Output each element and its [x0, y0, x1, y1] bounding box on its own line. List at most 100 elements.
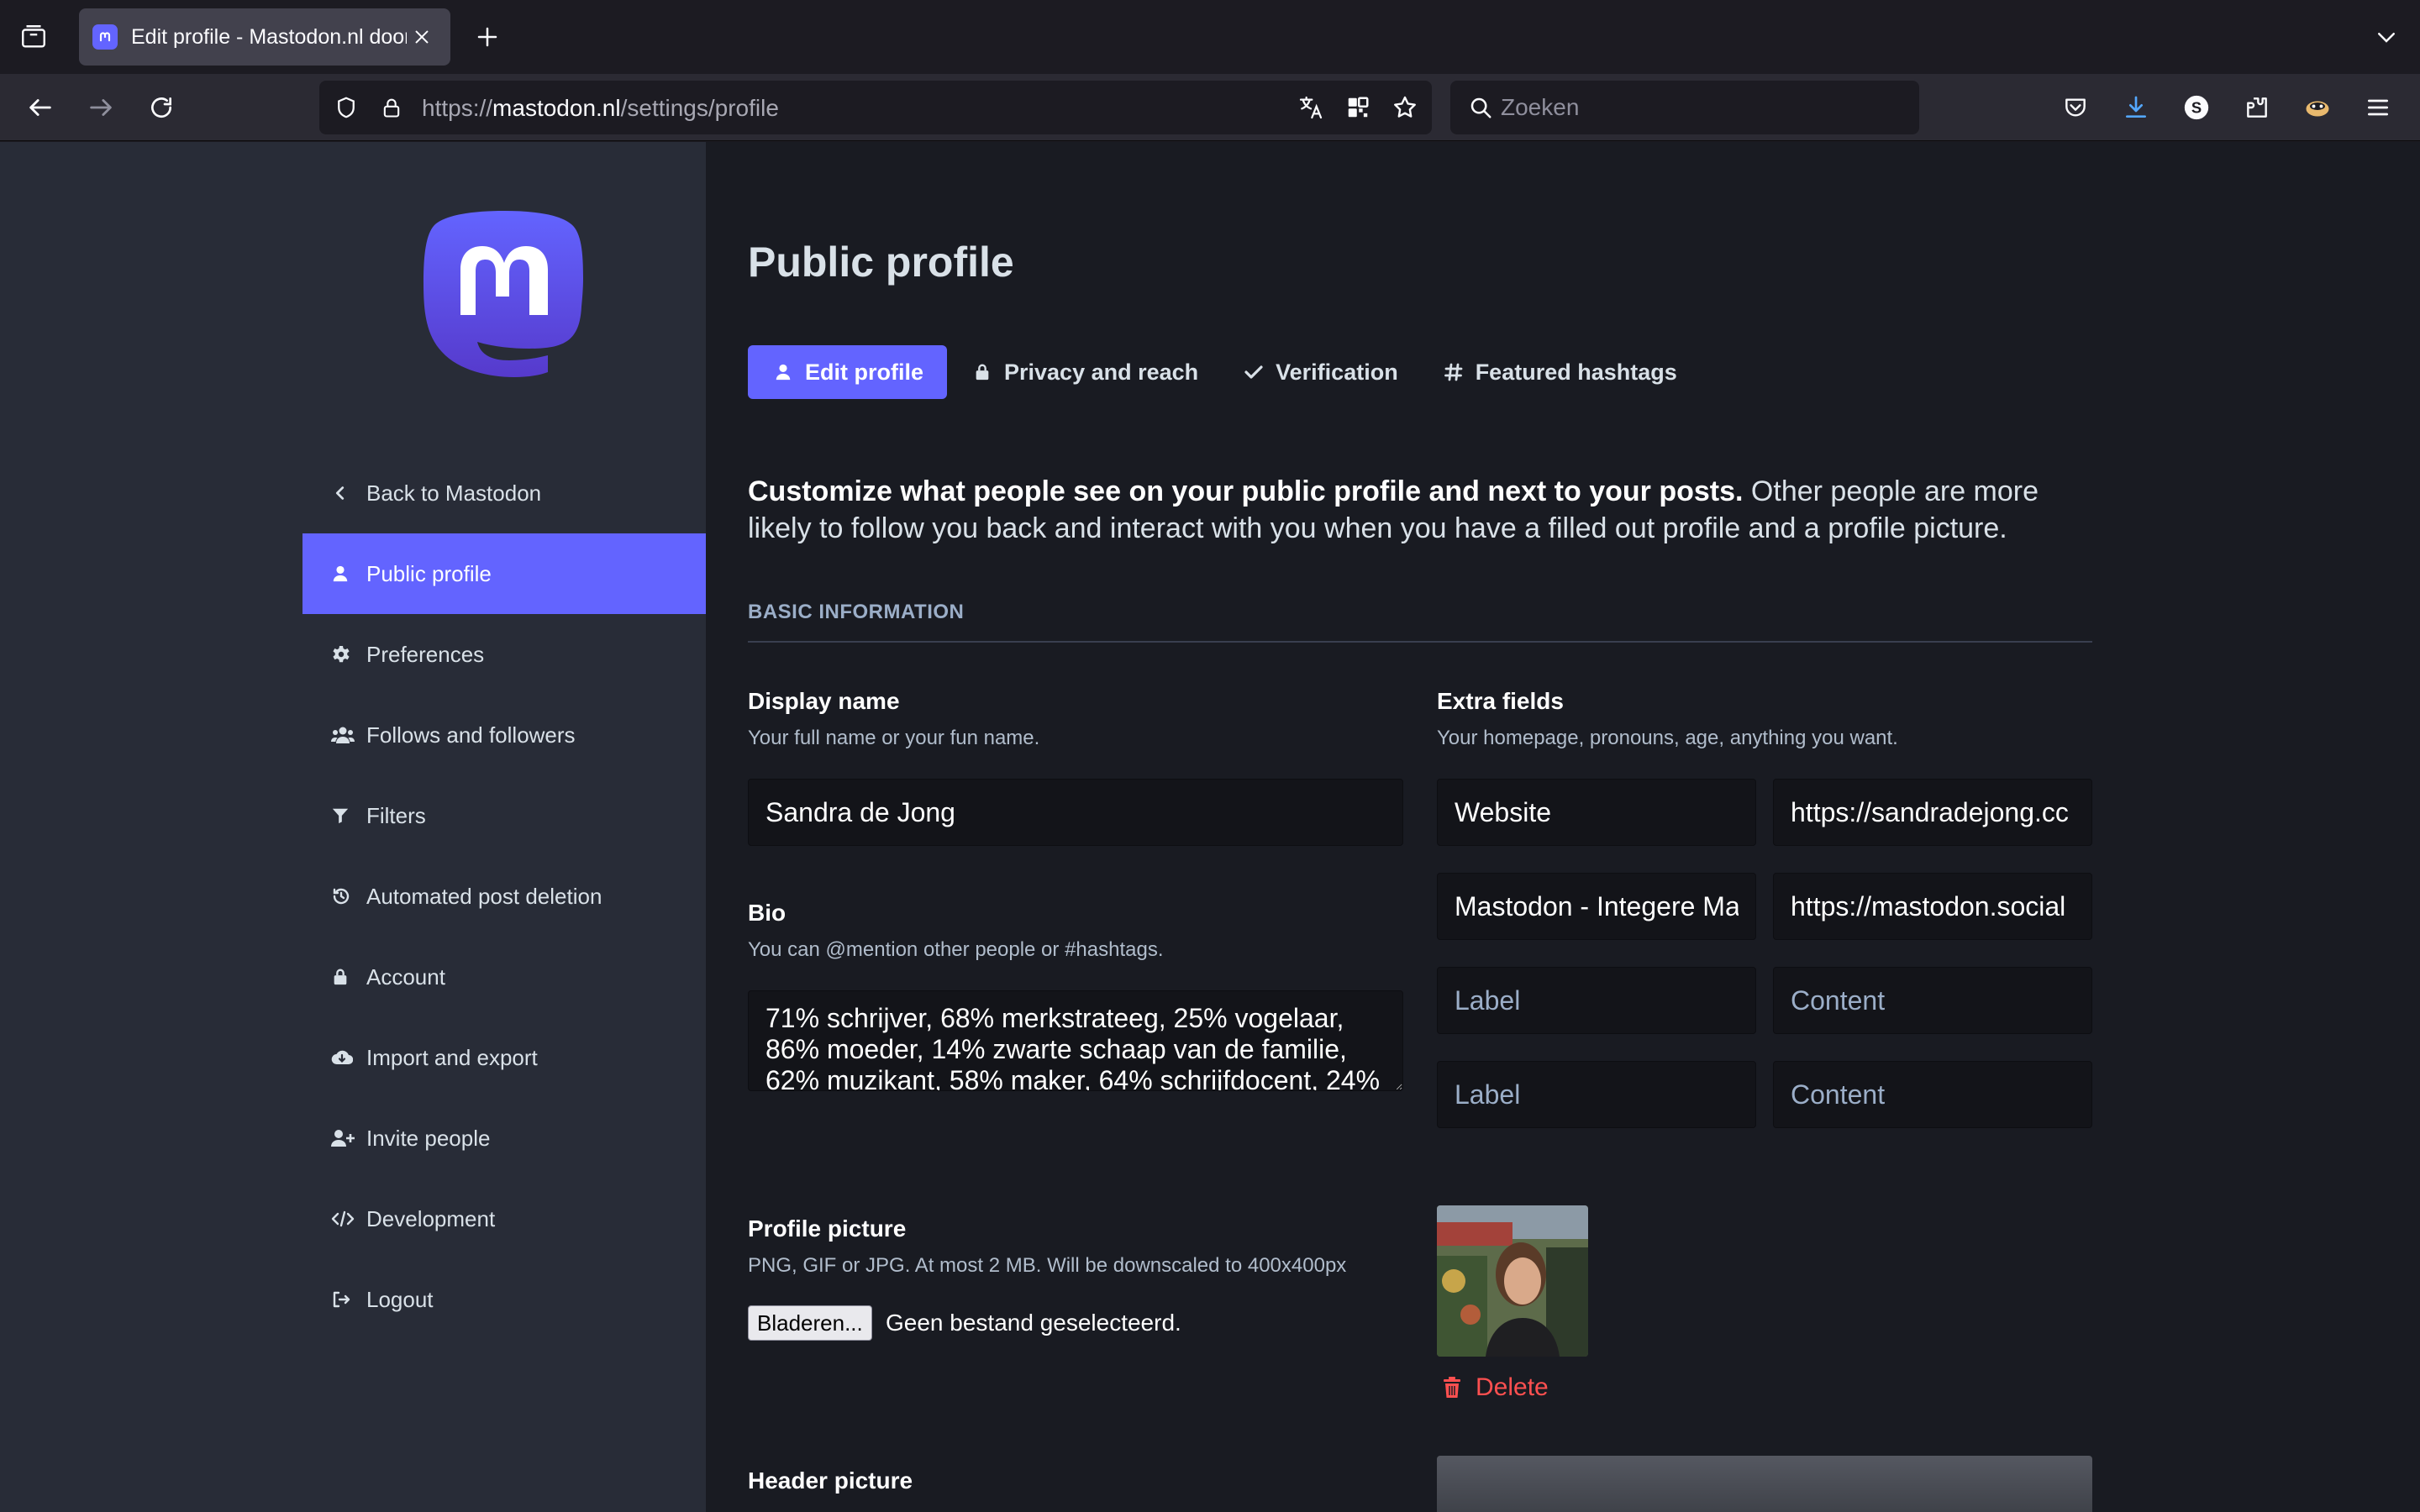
new-tab-icon[interactable]: [469, 18, 506, 55]
extra-field-content-input[interactable]: [1773, 967, 2092, 1034]
avatar: [1437, 1205, 1588, 1357]
code-icon: [331, 1205, 360, 1233]
extra-fields-hint: Your homepage, pronouns, age, anything y…: [1437, 727, 1898, 749]
tab-title: Edit profile - Mastodon.nl door S: [131, 24, 407, 49]
tab-label: Privacy and reach: [1004, 359, 1199, 385]
sidebar-item-label: Import and export: [366, 1044, 538, 1070]
search-bar[interactable]: [1450, 81, 1919, 134]
chevron-down-icon[interactable]: [2368, 18, 2405, 55]
sidebar-item-label: Invite people: [366, 1125, 491, 1151]
profile-icon[interactable]: S: [2176, 87, 2217, 128]
extra-fields-label: Extra fields: [1437, 688, 1564, 714]
extra-field-content-input[interactable]: [1773, 1061, 2092, 1128]
user-icon: [331, 559, 360, 588]
mastodon-logo-icon[interactable]: [420, 207, 588, 381]
history-icon: [331, 882, 360, 911]
search-icon: [1462, 89, 1499, 126]
profile-picture-hint: PNG, GIF or JPG. At most 2 MB. Will be d…: [748, 1254, 1347, 1277]
sidebar-item-label: Follows and followers: [366, 722, 576, 748]
extra-field-label-input[interactable]: [1437, 779, 1756, 846]
sidebar-item-follows-and-followers[interactable]: Follows and followers: [302, 695, 706, 775]
page-title: Public profile: [748, 239, 1014, 286]
sidebar-item-invite-people[interactable]: Invite people: [302, 1098, 706, 1179]
sidebar-item-account[interactable]: Account: [302, 937, 706, 1017]
tab-edit-profile[interactable]: Edit profile: [748, 345, 947, 399]
reload-icon[interactable]: [141, 87, 182, 128]
extra-field-content-input[interactable]: [1773, 779, 2092, 846]
url-bar[interactable]: https://mastodon.nl/settings/profile: [319, 81, 1432, 134]
sidebar-item-label: Public profile: [366, 560, 492, 586]
pocket-icon[interactable]: [2055, 87, 2096, 128]
extra-field-label-input[interactable]: [1437, 967, 1756, 1034]
section-divider: [748, 641, 2092, 643]
translate-icon[interactable]: [1292, 89, 1329, 126]
browser-nav-bar: https://mastodon.nl/settings/profile S: [0, 74, 2420, 141]
menu-icon[interactable]: [2358, 87, 2398, 128]
sidebar-item-label: Account: [366, 963, 445, 990]
browse-file-button[interactable]: Bladeren...: [748, 1305, 872, 1341]
user-plus-icon: [331, 1124, 360, 1152]
bio-textarea[interactable]: 71% schrijver, 68% merkstrateeg, 25% vog…: [748, 990, 1403, 1091]
delete-label: Delete: [1476, 1373, 1549, 1401]
filter-icon: [331, 801, 360, 830]
forward-arrow-icon[interactable]: [81, 87, 121, 128]
tab-featured-hashtags[interactable]: Featured hashtags: [1422, 345, 1697, 399]
close-tab-icon[interactable]: [407, 22, 437, 52]
profile-lead-text: Customize what people see on your public…: [748, 473, 2092, 547]
display-name-label: Display name: [748, 688, 900, 714]
sidebar-item-import-and-export[interactable]: Import and export: [302, 1017, 706, 1098]
sidebar-item-label: Back to Mastodon: [366, 480, 542, 506]
browser-tab-active[interactable]: Edit profile - Mastodon.nl door S: [79, 8, 450, 66]
sign-out-icon: [331, 1285, 360, 1314]
sidebar-item-filters[interactable]: Filters: [302, 775, 706, 856]
extra-field-label-input[interactable]: [1437, 1061, 1756, 1128]
tab-label: Verification: [1276, 359, 1398, 385]
extensions-icon[interactable]: [2237, 87, 2277, 128]
search-input[interactable]: [1501, 91, 1904, 124]
back-arrow-icon[interactable]: [20, 87, 60, 128]
tab-list-icon[interactable]: [15, 18, 52, 55]
display-name-input[interactable]: [748, 779, 1403, 846]
url-text[interactable]: https://mastodon.nl/settings/profile: [422, 95, 779, 122]
lock-icon: [971, 360, 994, 384]
svg-text:S: S: [2191, 98, 2202, 116]
sidebar-item-automated-post-deletion[interactable]: Automated post deletion: [302, 856, 706, 937]
sidebar-item-label: Development: [366, 1205, 496, 1231]
settings-page: Back to Mastodon Public profile Preferen…: [0, 142, 2420, 1512]
section-title-basic-information: BASIC INFORMATION: [748, 601, 965, 623]
lock-icon: [331, 963, 360, 991]
sidebar-item-label: Filters: [366, 802, 426, 828]
bio-hint: You can @mention other people or #hashta…: [748, 938, 1164, 961]
tracking-shield-icon[interactable]: [328, 89, 365, 126]
extra-field-label-input[interactable]: [1437, 873, 1756, 940]
display-name-hint: Your full name or your fun name.: [748, 727, 1040, 749]
bookmark-star-icon[interactable]: [1386, 89, 1423, 126]
check-icon: [1242, 360, 1265, 384]
profile-tabs: Edit profile Privacy and reach Verificat…: [748, 345, 1701, 399]
file-status-text: Geen bestand geselecteerd.: [886, 1310, 1181, 1336]
trash-icon: [1442, 1376, 1465, 1399]
lead-bold: Customize what people see on your public…: [748, 475, 1744, 507]
sidebar-item-development[interactable]: Development: [302, 1179, 706, 1259]
profile-picture-label: Profile picture: [748, 1215, 907, 1242]
sidebar-item-preferences[interactable]: Preferences: [302, 614, 706, 695]
sidebar-item-label: Automated post deletion: [366, 883, 602, 909]
sidebar-item-label: Logout: [366, 1286, 434, 1312]
sidebar-item-back-to-mastodon[interactable]: Back to Mastodon: [302, 453, 706, 533]
sidebar-item-label: Preferences: [366, 641, 485, 667]
delete-avatar-button[interactable]: Delete: [1442, 1373, 1549, 1402]
sidebar-item-logout[interactable]: Logout: [302, 1259, 706, 1340]
addon-icon[interactable]: [2297, 87, 2338, 128]
chevron-left-icon: [331, 479, 360, 507]
extra-field-content-input[interactable]: [1773, 873, 2092, 940]
bio-label: Bio: [748, 900, 786, 926]
tab-privacy-and-reach[interactable]: Privacy and reach: [950, 345, 1218, 399]
qr-code-icon[interactable]: [1339, 89, 1376, 126]
lock-icon[interactable]: [373, 89, 410, 126]
sidebar-item-public-profile[interactable]: Public profile: [302, 533, 706, 614]
sidebar-nav: Back to Mastodon Public profile Preferen…: [302, 453, 706, 1340]
cloud-download-icon: [331, 1043, 360, 1072]
download-icon[interactable]: [2116, 87, 2156, 128]
header-picture-label: Header picture: [748, 1467, 913, 1494]
tab-verification[interactable]: Verification: [1222, 345, 1418, 399]
